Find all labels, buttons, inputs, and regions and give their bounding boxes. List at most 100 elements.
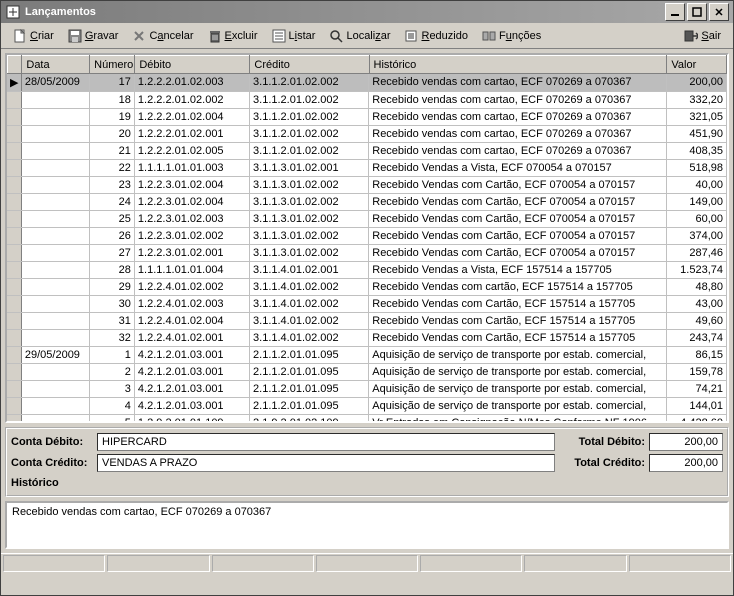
cell-hist[interactable]: Recebido Vendas com Cartão, ECF 157514 a…	[369, 312, 667, 329]
cell-hist[interactable]: Recebido vendas com cartao, ECF 070269 a…	[369, 108, 667, 125]
cell-num[interactable]: 25	[89, 210, 134, 227]
cell-hist[interactable]: Recebido Vendas com Cartão, ECF 070054 a…	[369, 210, 667, 227]
table-row[interactable]: 51.2.9.2.01.01.1092.1.9.2.01.02.109Vr En…	[7, 414, 727, 421]
table-row[interactable]: 181.2.2.2.01.02.0023.1.1.2.01.02.002Rece…	[7, 91, 727, 108]
cell-num[interactable]: 18	[89, 91, 134, 108]
listar-button[interactable]: Listar	[266, 26, 322, 46]
cell-deb[interactable]: 4.2.1.2.01.03.001	[134, 380, 249, 397]
cell-deb[interactable]: 1.2.2.4.01.02.004	[134, 312, 249, 329]
cell-val[interactable]: 4.428,60	[667, 414, 727, 421]
cell-num[interactable]: 31	[89, 312, 134, 329]
cell-num[interactable]: 21	[89, 142, 134, 159]
cell-deb[interactable]: 1.2.2.2.01.02.002	[134, 91, 249, 108]
cell-val[interactable]: 43,00	[667, 295, 727, 312]
cell-val[interactable]: 321,05	[667, 108, 727, 125]
cell-val[interactable]: 74,21	[667, 380, 727, 397]
cell-num[interactable]: 29	[89, 278, 134, 295]
cell-num[interactable]: 26	[89, 227, 134, 244]
cell-hist[interactable]: Recebido Vendas com Cartão, ECF 070054 a…	[369, 193, 667, 210]
cell-data[interactable]	[21, 363, 89, 380]
cell-deb[interactable]: 4.2.1.2.01.03.001	[134, 346, 249, 363]
historico-field[interactable]: Recebido vendas com cartao, ECF 070269 a…	[5, 501, 729, 549]
table-row[interactable]: 261.2.2.3.01.02.0023.1.1.3.01.02.002Rece…	[7, 227, 727, 244]
reduzido-button[interactable]: Reduzido	[398, 26, 474, 46]
cell-num[interactable]: 20	[89, 125, 134, 142]
table-row[interactable]: 271.2.2.3.01.02.0013.1.1.3.01.02.002Rece…	[7, 244, 727, 261]
cell-num[interactable]: 3	[89, 380, 134, 397]
cell-data[interactable]	[21, 244, 89, 261]
table-row[interactable]: 201.2.2.2.01.02.0013.1.1.2.01.02.002Rece…	[7, 125, 727, 142]
cell-data[interactable]	[21, 312, 89, 329]
cell-cred[interactable]: 3.1.1.3.01.02.002	[250, 210, 369, 227]
table-row[interactable]: 241.2.2.3.01.02.0043.1.1.3.01.02.002Rece…	[7, 193, 727, 210]
conta-debito-field[interactable]: HIPERCARD	[97, 433, 555, 451]
col-data[interactable]: Data	[22, 56, 90, 74]
cell-cred[interactable]: 3.1.1.2.01.02.002	[250, 108, 369, 125]
cell-val[interactable]: 451,90	[667, 125, 727, 142]
cell-deb[interactable]: 1.2.2.3.01.02.004	[134, 193, 249, 210]
cell-hist[interactable]: Vr Entradas em Consignação N/Mes Conform…	[369, 414, 667, 421]
cell-val[interactable]: 86,15	[667, 346, 727, 363]
gravar-button[interactable]: Gravar	[62, 26, 125, 46]
cell-num[interactable]: 28	[89, 261, 134, 278]
cell-data[interactable]	[21, 193, 89, 210]
cell-num[interactable]: 17	[89, 74, 134, 91]
cell-num[interactable]: 2	[89, 363, 134, 380]
cell-hist[interactable]: Aquisição de serviço de transporte por e…	[369, 346, 667, 363]
cell-hist[interactable]: Recebido Vendas com Cartão, ECF 157514 a…	[369, 295, 667, 312]
table-row[interactable]: 211.2.2.2.01.02.0053.1.1.2.01.02.002Rece…	[7, 142, 727, 159]
criar-button[interactable]: Criar	[7, 26, 60, 46]
cell-cred[interactable]: 3.1.1.3.01.02.002	[250, 193, 369, 210]
cell-val[interactable]: 243,74	[667, 329, 727, 346]
cell-cred[interactable]: 3.1.1.4.01.02.001	[250, 261, 369, 278]
cell-data[interactable]	[21, 329, 89, 346]
cell-num[interactable]: 19	[89, 108, 134, 125]
cell-deb[interactable]: 1.2.2.4.01.02.003	[134, 295, 249, 312]
cell-data[interactable]	[21, 380, 89, 397]
cell-hist[interactable]: Recebido Vendas a Vista, ECF 157514 a 15…	[369, 261, 667, 278]
cell-data[interactable]	[21, 125, 89, 142]
cell-hist[interactable]: Recebido vendas com cartao, ECF 070269 a…	[369, 74, 667, 91]
cell-data[interactable]	[21, 159, 89, 176]
cell-cred[interactable]: 3.1.1.4.01.02.002	[250, 312, 369, 329]
col-numero[interactable]: Número	[90, 56, 135, 74]
cell-deb[interactable]: 1.2.2.3.01.02.001	[134, 244, 249, 261]
cell-hist[interactable]: Recebido vendas com cartao, ECF 070269 a…	[369, 91, 667, 108]
cell-val[interactable]: 40,00	[667, 176, 727, 193]
cell-hist[interactable]: Recebido Vendas a Vista, ECF 070054 a 07…	[369, 159, 667, 176]
cell-deb[interactable]: 1.2.2.3.01.02.003	[134, 210, 249, 227]
cell-cred[interactable]: 3.1.1.3.01.02.002	[250, 176, 369, 193]
cell-cred[interactable]: 3.1.1.4.01.02.002	[250, 329, 369, 346]
cell-cred[interactable]: 3.1.1.3.01.02.001	[250, 159, 369, 176]
col-credito[interactable]: Crédito	[250, 56, 369, 74]
cell-data[interactable]	[21, 108, 89, 125]
cell-deb[interactable]: 1.2.2.2.01.02.004	[134, 108, 249, 125]
cell-cred[interactable]: 2.1.1.2.01.01.095	[250, 363, 369, 380]
cell-deb[interactable]: 4.2.1.2.01.03.001	[134, 363, 249, 380]
cell-val[interactable]: 60,00	[667, 210, 727, 227]
grid-body[interactable]: ▶28/05/2009171.2.2.2.01.02.0033.1.1.2.01…	[7, 74, 727, 421]
cell-deb[interactable]: 1.2.2.3.01.02.002	[134, 227, 249, 244]
cell-hist[interactable]: Aquisição de serviço de transporte por e…	[369, 380, 667, 397]
cell-deb[interactable]: 1.2.2.4.01.02.001	[134, 329, 249, 346]
cell-hist[interactable]: Aquisição de serviço de transporte por e…	[369, 363, 667, 380]
cell-hist[interactable]: Recebido vendas com cartao, ECF 070269 a…	[369, 142, 667, 159]
cell-cred[interactable]: 3.1.1.3.01.02.002	[250, 244, 369, 261]
table-row[interactable]: 44.2.1.2.01.03.0012.1.1.2.01.01.095Aquis…	[7, 397, 727, 414]
cell-val[interactable]: 374,00	[667, 227, 727, 244]
cell-data[interactable]: 28/05/2009	[21, 74, 89, 91]
cell-val[interactable]: 1.523,74	[667, 261, 727, 278]
maximize-button[interactable]	[687, 3, 707, 21]
cell-val[interactable]: 200,00	[667, 74, 727, 91]
cell-data[interactable]	[21, 414, 89, 421]
cell-hist[interactable]: Recebido Vendas com cartão, ECF 157514 a…	[369, 278, 667, 295]
funcoes-button[interactable]: Funções	[476, 26, 547, 46]
cell-num[interactable]: 1	[89, 346, 134, 363]
cell-num[interactable]: 22	[89, 159, 134, 176]
cell-deb[interactable]: 1.2.2.2.01.02.005	[134, 142, 249, 159]
table-row[interactable]: 34.2.1.2.01.03.0012.1.1.2.01.01.095Aquis…	[7, 380, 727, 397]
localizar-button[interactable]: Localizar	[323, 26, 396, 46]
cell-deb[interactable]: 1.1.1.1.01.01.003	[134, 159, 249, 176]
table-row[interactable]: 24.2.1.2.01.03.0012.1.1.2.01.01.095Aquis…	[7, 363, 727, 380]
cell-cred[interactable]: 2.1.1.2.01.01.095	[250, 346, 369, 363]
